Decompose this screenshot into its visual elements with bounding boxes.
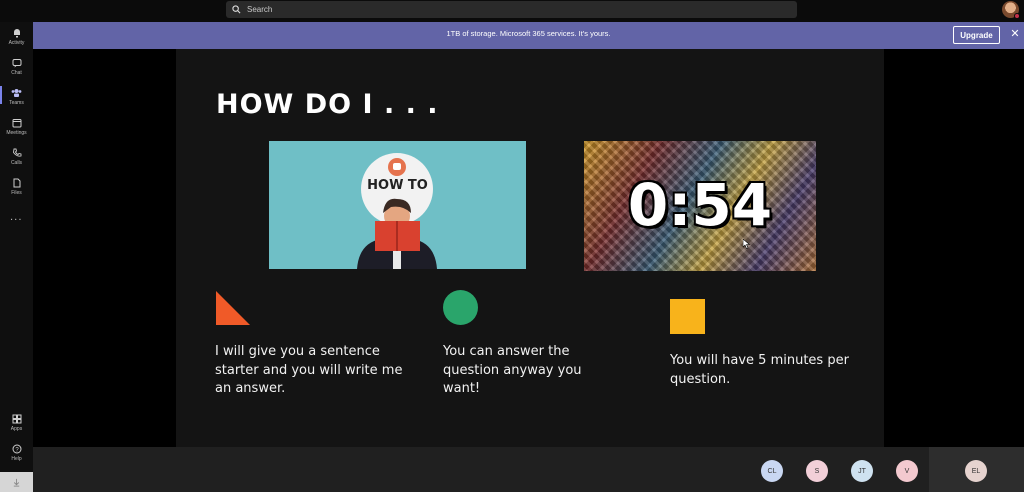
- more-apps-icon[interactable]: ...: [10, 212, 23, 223]
- participant-avatar[interactable]: S: [806, 460, 828, 482]
- promo-banner: 1TB of storage. Microsoft 365 services. …: [33, 22, 1024, 49]
- rail-item-teams[interactable]: Teams: [0, 86, 33, 106]
- rail-item-apps[interactable]: Apps: [0, 414, 33, 432]
- slide-title: HOW DO I . . .: [216, 89, 439, 120]
- rail-item-activity[interactable]: Activity: [0, 28, 33, 46]
- download-button[interactable]: [0, 472, 33, 492]
- rail-label: Teams: [9, 100, 24, 106]
- participant-initials: JT: [858, 467, 866, 475]
- chat-icon: [12, 59, 21, 68]
- participant-avatar[interactable]: V: [896, 460, 918, 482]
- rail-label: Calls: [10, 160, 23, 166]
- rail-item-meetings[interactable]: Meetings: [0, 118, 33, 136]
- rail-label: Activity: [8, 40, 25, 46]
- rail-item-files[interactable]: Files: [0, 178, 33, 196]
- rail-item-help[interactable]: ? Help: [0, 444, 33, 462]
- triangle-shape-icon: [216, 291, 250, 325]
- status-dot-icon: [1014, 13, 1020, 19]
- circle-shape-icon: [443, 290, 478, 325]
- participant-bar: CL S JT V EL: [33, 447, 1024, 492]
- banner-message: 1TB of storage. Microsoft 365 services. …: [446, 29, 611, 38]
- close-icon[interactable]: ✕: [1009, 28, 1021, 40]
- phone-icon: [12, 148, 21, 157]
- meeting-stage: HOW DO I . . . HOW TO 0:54 I will give y…: [33, 49, 1024, 447]
- participant-initials: V: [904, 467, 910, 475]
- search-icon: [231, 4, 242, 15]
- bell-icon: [13, 29, 20, 38]
- search-box[interactable]: Search: [226, 1, 797, 18]
- rail-label: Files: [11, 190, 22, 196]
- download-icon: [13, 478, 20, 487]
- rail-item-calls[interactable]: Calls: [0, 148, 33, 166]
- apps-icon: [12, 414, 21, 424]
- mouse-pointer-icon: [743, 239, 751, 249]
- participant-initials: S: [814, 467, 820, 475]
- calendar-icon: [12, 119, 21, 128]
- self-initials: EL: [971, 467, 981, 475]
- teams-icon: [11, 89, 22, 97]
- app-bar: Activity Chat Teams Meetings Calls Files…: [0, 22, 33, 492]
- timer-value: 0:54: [627, 171, 773, 239]
- rail-label: Help: [11, 456, 22, 462]
- teams-window: Search Activity Chat Teams Meetings Call…: [0, 0, 1024, 492]
- rail-label: Chat: [11, 70, 22, 76]
- profile-avatar[interactable]: [1002, 1, 1020, 19]
- participant-avatar[interactable]: JT: [851, 460, 873, 482]
- rail-label: Apps: [10, 426, 23, 432]
- shared-slide: HOW DO I . . . HOW TO 0:54 I will give y…: [176, 49, 884, 447]
- self-video-tile[interactable]: EL: [929, 447, 1024, 492]
- participant-initials: CL: [767, 467, 777, 475]
- instruction-text-2: You can answer the question anyway you w…: [443, 344, 582, 396]
- participant-avatar[interactable]: CL: [761, 460, 783, 482]
- title-bar: Search: [0, 0, 1024, 22]
- file-icon: [13, 178, 20, 188]
- search-placeholder[interactable]: Search: [247, 5, 272, 14]
- rail-label: Meetings: [6, 130, 27, 136]
- how-to-label: HOW TO: [367, 178, 428, 193]
- help-icon: ?: [12, 444, 21, 454]
- how-to-illustration: HOW TO: [269, 141, 526, 269]
- rail-item-chat[interactable]: Chat: [0, 58, 33, 76]
- upgrade-button[interactable]: Upgrade: [953, 26, 1000, 44]
- self-avatar: EL: [965, 460, 987, 482]
- square-shape-icon: [670, 299, 705, 334]
- countdown-timer: 0:54: [584, 141, 816, 271]
- instruction-text-1: I will give you a sentence starter and y…: [215, 344, 403, 396]
- instruction-text-3: You will have 5 minutes per question.: [670, 353, 849, 387]
